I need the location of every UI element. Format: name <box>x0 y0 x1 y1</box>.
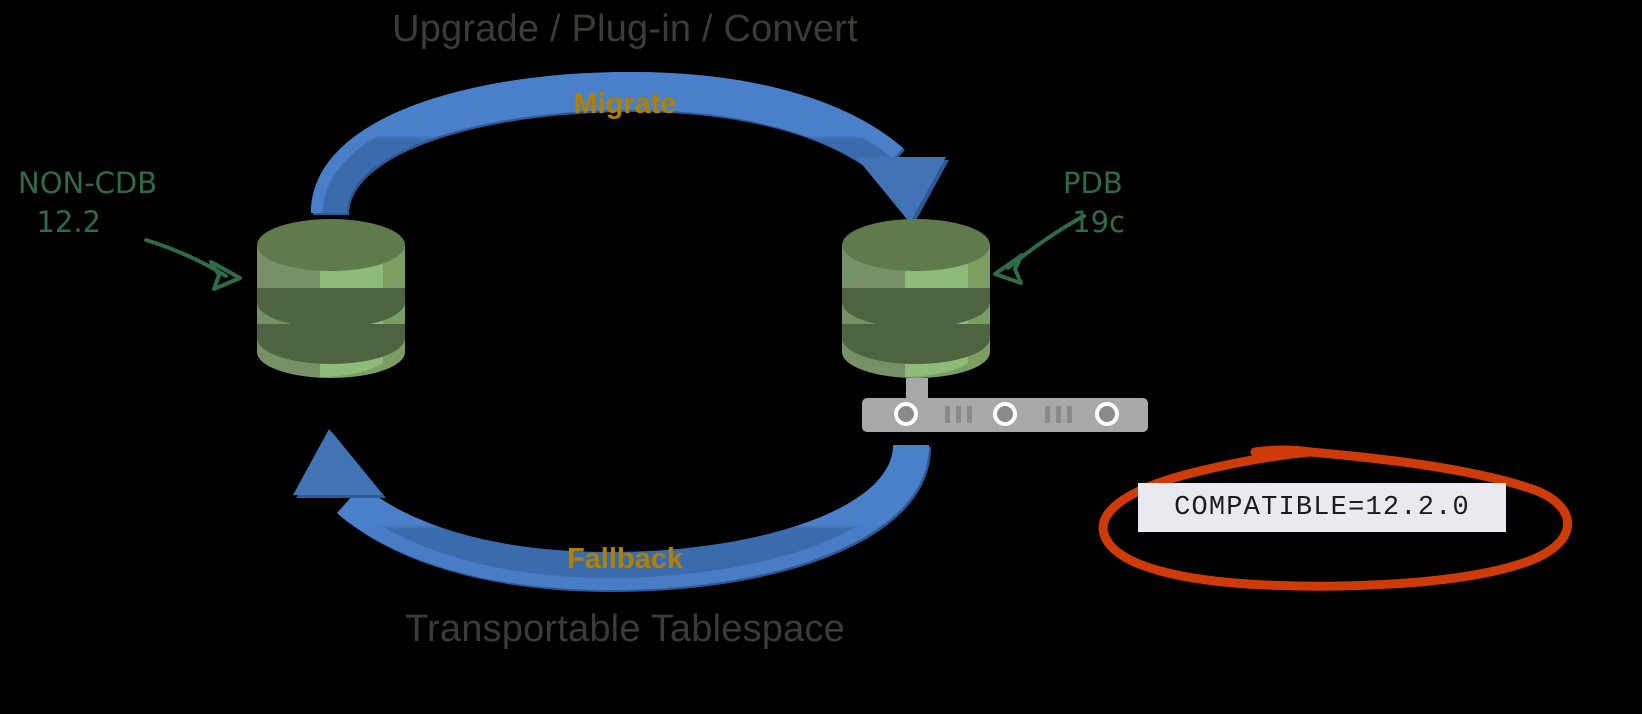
server-vent-1b <box>956 406 961 423</box>
server-port-3 <box>1099 406 1115 422</box>
server-vent-1c <box>967 406 972 423</box>
compatible-parameter-box: COMPATIBLE=12.2.0 <box>1138 483 1506 532</box>
compatible-parameter-text: COMPATIBLE=12.2.0 <box>1174 492 1470 523</box>
migrate-label: Migrate <box>573 88 677 120</box>
fallback-label: Fallback <box>566 543 684 575</box>
diagram-canvas: Upgrade / Plug-in / Convert Migrate Fall… <box>0 0 1642 714</box>
server-vent-2c <box>1067 406 1072 423</box>
page-title-bottom: Transportable Tablespace <box>405 608 845 650</box>
source-db-top <box>257 219 405 271</box>
server-port-1 <box>898 406 914 422</box>
server-port-2 <box>997 406 1013 422</box>
server-vent-2b <box>1056 406 1061 423</box>
source-annotation-pointer <box>144 238 242 291</box>
server-rack-icon <box>862 378 1148 432</box>
source-annotation-label: NON-CDB 12.2 <box>18 166 158 240</box>
page-title-top: Upgrade / Plug-in / Convert <box>392 8 858 50</box>
server-vent-1a <box>945 406 950 423</box>
source-database-icon <box>257 219 405 378</box>
fallback-arrowhead <box>293 429 383 495</box>
target-annotation-label: PDB 19c <box>1063 166 1126 240</box>
target-database-icon <box>842 219 990 378</box>
server-vent-2a <box>1045 406 1050 423</box>
target-db-top <box>842 219 990 271</box>
